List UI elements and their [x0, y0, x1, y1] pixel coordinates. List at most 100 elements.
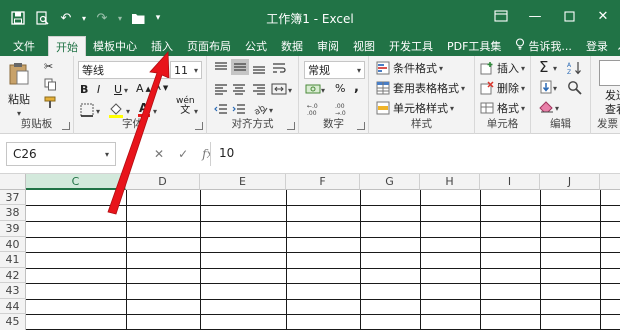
sort-filter-icon[interactable]: AZ [567, 60, 583, 76]
fill-icon[interactable] [539, 80, 553, 94]
format-cells-button[interactable]: 格式 ▾ [479, 100, 525, 116]
tab-file[interactable]: 文件 [0, 36, 48, 56]
minimize-icon[interactable]: — [518, 0, 552, 32]
row-header-40[interactable]: 40 [0, 237, 26, 252]
align-middle-icon[interactable] [231, 59, 249, 75]
redo-icon[interactable]: ↷ [92, 8, 112, 28]
cancel-icon[interactable]: ✕ [154, 147, 164, 161]
customize-qat-icon[interactable]: ▾ [152, 8, 164, 28]
find-select-icon[interactable] [567, 80, 582, 95]
align-top-icon[interactable] [213, 61, 229, 75]
row-header-45[interactable]: 45 [0, 314, 26, 330]
align-right-icon[interactable] [251, 82, 267, 96]
orientation-dropdown-icon[interactable]: ▾ [269, 106, 273, 115]
align-left-icon[interactable] [213, 82, 229, 96]
column-header-c[interactable]: C [26, 174, 126, 190]
copy-icon[interactable] [44, 78, 57, 91]
increase-font-icon[interactable]: A ▲ [136, 82, 151, 95]
autosum-icon[interactable]: Σ [539, 58, 548, 76]
worksheet-grid[interactable]: C D E F G H I J 37 38 39 40 41 42 43 44 … [0, 174, 620, 330]
borders-icon[interactable] [80, 103, 94, 117]
bold-button[interactable]: B [80, 83, 88, 96]
currency-dropdown-icon[interactable]: ▾ [321, 86, 325, 95]
tab-formulas[interactable]: 公式 [238, 36, 274, 56]
borders-dropdown-icon[interactable]: ▾ [96, 107, 100, 116]
fill-dropdown-icon[interactable]: ▾ [553, 84, 557, 93]
number-launcher-icon[interactable] [357, 122, 365, 130]
column-header-g[interactable]: G [360, 174, 420, 190]
autosum-dropdown-icon[interactable]: ▾ [553, 64, 557, 73]
column-header-f[interactable]: F [286, 174, 360, 190]
ribbon-display-icon[interactable] [484, 0, 518, 32]
conditional-format-button[interactable]: 条件格式 ▾ [375, 60, 443, 76]
number-format-select[interactable]: 常规 ▾ [304, 61, 365, 79]
italic-button[interactable]: I [97, 83, 100, 96]
tab-developer[interactable]: 开发工具 [382, 36, 440, 56]
tab-review[interactable]: 审阅 [310, 36, 346, 56]
print-preview-icon[interactable] [32, 8, 52, 28]
phonetic-dropdown-icon[interactable]: ▾ [194, 107, 198, 116]
column-header-i[interactable]: I [480, 174, 540, 190]
maximize-icon[interactable] [552, 0, 586, 32]
column-header-j[interactable]: J [540, 174, 600, 190]
wrap-text-icon[interactable] [271, 61, 287, 75]
font-color-dropdown-icon[interactable]: ▾ [153, 107, 157, 116]
select-all-corner[interactable] [0, 174, 26, 190]
comma-button[interactable]: , [354, 80, 359, 95]
row-header-43[interactable]: 43 [0, 283, 26, 299]
paste-button[interactable]: 粘贴 ▾ [8, 62, 30, 118]
enter-icon[interactable]: ✓ [178, 147, 188, 161]
underline-dropdown-icon[interactable]: ▾ [124, 86, 128, 95]
decrease-indent-icon[interactable] [213, 102, 229, 116]
clipboard-launcher-icon[interactable] [62, 122, 70, 130]
tab-page-layout[interactable]: 页面布局 [180, 36, 238, 56]
tab-pdf-tools[interactable]: PDF工具集 [440, 36, 508, 56]
row-header-39[interactable]: 39 [0, 221, 26, 237]
send-view-icon[interactable] [599, 60, 620, 86]
tab-view[interactable]: 视图 [346, 36, 382, 56]
row-header-38[interactable]: 38 [0, 205, 26, 221]
column-header-h[interactable]: H [420, 174, 480, 190]
clear-dropdown-icon[interactable]: ▾ [555, 104, 559, 113]
column-header-k[interactable] [600, 174, 620, 190]
font-color-icon[interactable]: A [137, 101, 151, 117]
undo-dropdown-icon[interactable]: ▾ [80, 8, 88, 28]
folder-icon[interactable] [128, 8, 148, 28]
login-link[interactable]: 登录 [579, 36, 615, 56]
tab-template-center[interactable]: 模板中心 [86, 36, 144, 56]
close-icon[interactable]: ✕ [586, 0, 620, 32]
tab-home[interactable]: 开始 [48, 36, 86, 56]
column-header-d[interactable]: D [126, 174, 200, 190]
row-header-44[interactable]: 44 [0, 299, 26, 314]
delete-cells-button[interactable]: 删除 ▾ [479, 80, 525, 96]
currency-icon[interactable] [305, 82, 321, 96]
align-center-icon[interactable] [231, 82, 247, 96]
tab-insert[interactable]: 插入 [144, 36, 180, 56]
merge-dropdown-icon[interactable]: ▾ [288, 86, 292, 95]
insert-cells-button[interactable]: 插入 ▾ [479, 60, 525, 76]
increase-decimal-icon[interactable]: ←.0.00 [307, 102, 325, 116]
row-header-42[interactable]: 42 [0, 268, 26, 283]
cut-icon[interactable]: ✂ [44, 60, 53, 73]
row-header-41[interactable]: 41 [0, 252, 26, 268]
tell-me-box[interactable]: 告诉我... [508, 36, 579, 56]
decrease-decimal-icon[interactable]: .00 →.0 [335, 102, 353, 116]
increase-indent-icon[interactable] [231, 102, 247, 116]
underline-button[interactable]: U [114, 83, 122, 96]
font-size-select[interactable]: 11 ▾ [170, 61, 202, 79]
redo-dropdown-icon[interactable]: ▾ [116, 8, 124, 28]
formula-input[interactable]: 10 [210, 142, 620, 166]
align-bottom-icon[interactable] [251, 61, 267, 75]
format-painter-icon[interactable] [44, 96, 58, 109]
fill-color-dropdown-icon[interactable]: ▾ [126, 107, 130, 116]
phonetic-button[interactable]: wén 文 [176, 97, 195, 116]
undo-icon[interactable]: ↶ [56, 8, 76, 28]
save-icon[interactable] [8, 8, 28, 28]
column-header-e[interactable]: E [200, 174, 286, 190]
cell-styles-button[interactable]: 单元格样式 ▾ [375, 100, 454, 116]
user-icon[interactable] [615, 36, 620, 56]
name-box[interactable]: C26 ▾ [6, 142, 116, 166]
view-label[interactable]: 查看 [605, 101, 620, 117]
percent-button[interactable]: % [335, 82, 345, 95]
clear-icon[interactable] [539, 100, 554, 113]
